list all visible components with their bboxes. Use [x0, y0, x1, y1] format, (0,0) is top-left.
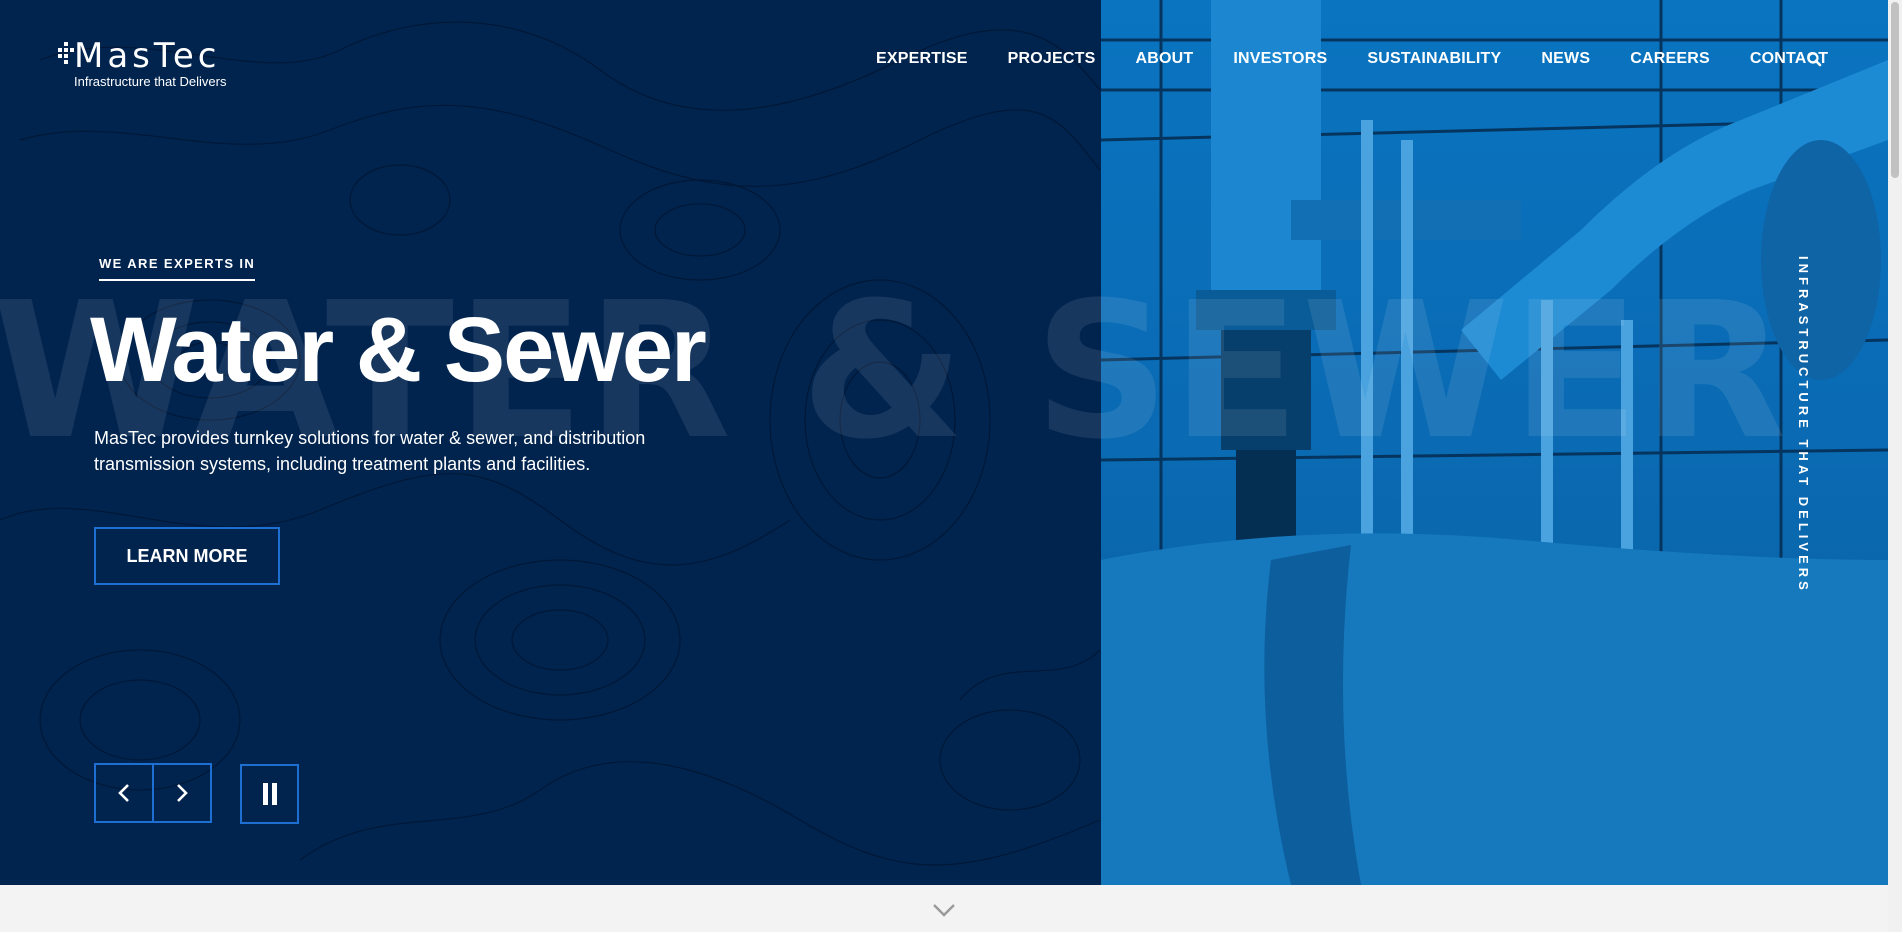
- hero-description: MasTec provides turnkey solutions for wa…: [94, 428, 646, 474]
- logo-tagline: Infrastructure that Delivers: [74, 74, 227, 89]
- learn-more-button[interactable]: LEARN MORE: [94, 527, 280, 585]
- nav-item-expertise[interactable]: EXPERTISE: [876, 50, 968, 68]
- main-nav: EXPERTISE PROJECTS ABOUT INVESTORS SUSTA…: [876, 50, 1868, 68]
- next-slide-button[interactable]: [154, 765, 210, 821]
- hero-eyebrow: WE ARE EXPERTS IN: [99, 256, 256, 281]
- nav-item-sustainability[interactable]: SUSTAINABILITY: [1367, 50, 1501, 68]
- chevron-right-icon: [177, 784, 188, 802]
- logo-wordmark: MasTec: [74, 36, 221, 76]
- slider-arrows: [94, 763, 212, 823]
- pause-icon: [262, 783, 277, 805]
- hero-section: WATER & SEWER MasTec Infrastructure that…: [0, 0, 1888, 885]
- nav-item-about[interactable]: ABOUT: [1135, 50, 1193, 68]
- chevron-down-icon[interactable]: [932, 903, 956, 917]
- prev-slide-button[interactable]: [96, 765, 154, 821]
- nav-item-projects[interactable]: PROJECTS: [1008, 50, 1096, 68]
- nav-item-news[interactable]: NEWS: [1541, 50, 1590, 68]
- nav-item-investors[interactable]: INVESTORS: [1233, 50, 1327, 68]
- scrollbar-thumb[interactable]: [1891, 2, 1899, 178]
- pause-slider-button[interactable]: [240, 764, 299, 824]
- search-icon[interactable]: [1806, 51, 1824, 69]
- hero-title: Water & Sewer: [90, 299, 707, 401]
- nav-item-careers[interactable]: CAREERS: [1630, 50, 1710, 68]
- vertical-tagline: INFRASTRUCTURE THAT DELIVERS: [1796, 256, 1811, 594]
- chevron-left-icon: [118, 784, 129, 802]
